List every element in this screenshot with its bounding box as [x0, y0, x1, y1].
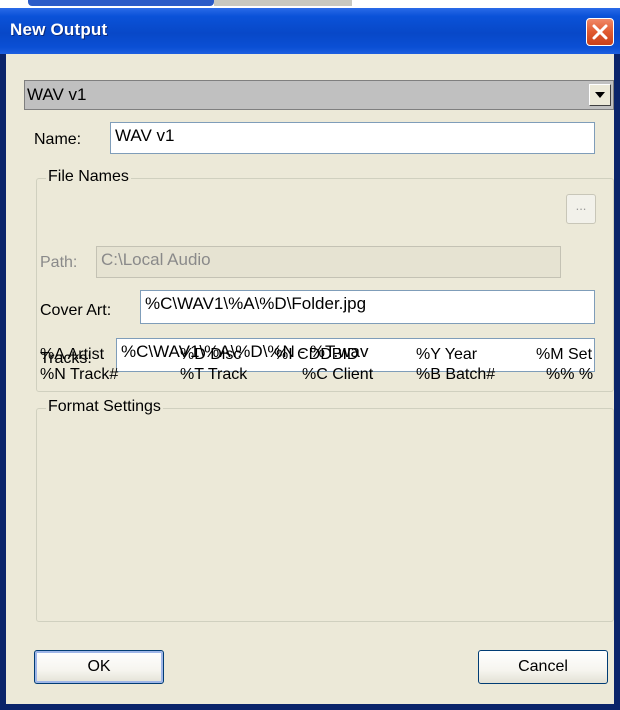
format-settings-group: [36, 408, 614, 622]
title-bar[interactable]: New Output: [0, 8, 620, 54]
preset-dropdown[interactable]: WAV v1: [24, 80, 614, 110]
token-cddbid: %I CDDBID: [274, 346, 359, 363]
token-batch: %B Batch#: [416, 366, 496, 383]
path-label: Path:: [40, 254, 78, 271]
dialog-body: WAV v1 Name: WAV v1 File Names Path: C:\…: [6, 54, 614, 704]
token-track: %T Track: [180, 366, 248, 383]
dropdown-arrow-button[interactable]: [589, 84, 611, 106]
cover-art-input[interactable]: %C\WAV1\%A\%D\Folder.jpg: [140, 290, 595, 324]
new-output-dialog: New Output WAV v1 Name: WAV v1 File Name…: [0, 8, 620, 710]
token-percent: %% %: [546, 366, 594, 383]
background-window-edge: [28, 0, 214, 6]
name-label: Name:: [34, 131, 82, 148]
cover-art-label: Cover Art:: [40, 302, 112, 319]
background-strip: [0, 0, 620, 8]
close-icon: [592, 24, 608, 40]
preset-selected: WAV v1: [27, 85, 87, 104]
browse-button[interactable]: ...: [566, 194, 596, 224]
token-track-number: %N Track#: [40, 366, 119, 383]
path-input[interactable]: C:\Local Audio: [96, 246, 561, 278]
ok-button[interactable]: OK: [34, 650, 164, 684]
token-year: %Y Year: [416, 346, 478, 363]
background-window-edge-gray: [214, 0, 352, 6]
file-names-legend: File Names: [46, 168, 131, 186]
chevron-down-icon: [595, 92, 605, 98]
token-artist: %A Artist: [40, 346, 105, 363]
name-input[interactable]: WAV v1: [110, 122, 595, 154]
format-settings-legend: Format Settings: [46, 398, 163, 416]
token-disc: %D Disc: [180, 346, 242, 363]
cancel-button[interactable]: Cancel: [478, 650, 608, 684]
window-title: New Output: [10, 20, 108, 39]
close-button[interactable]: [586, 18, 614, 46]
token-client: %C Client: [302, 366, 374, 383]
token-set: %M Set: [536, 346, 593, 363]
